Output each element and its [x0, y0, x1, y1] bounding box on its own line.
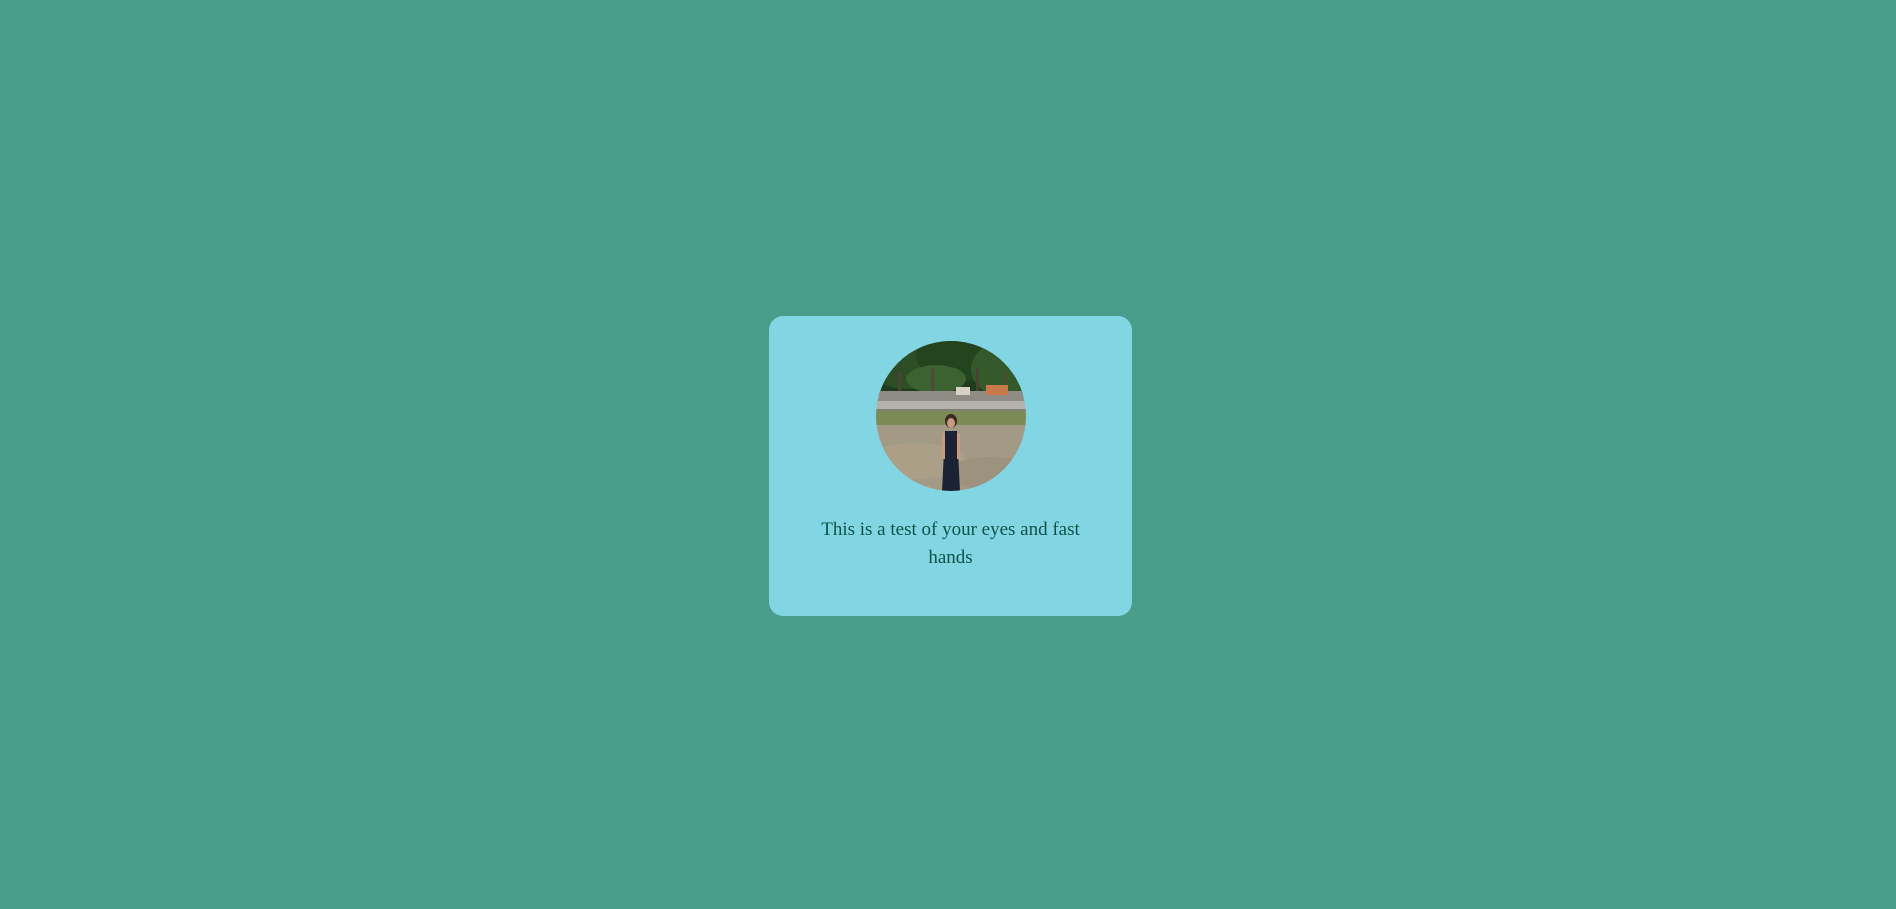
page: This is a test of your eyes and fast han… [0, 0, 1896, 909]
card-caption: This is a test of your eyes and fast han… [821, 519, 1080, 568]
avatar [876, 341, 1026, 491]
profile-photo-icon [876, 341, 1026, 491]
profile-card: This is a test of your eyes and fast han… [769, 316, 1132, 616]
